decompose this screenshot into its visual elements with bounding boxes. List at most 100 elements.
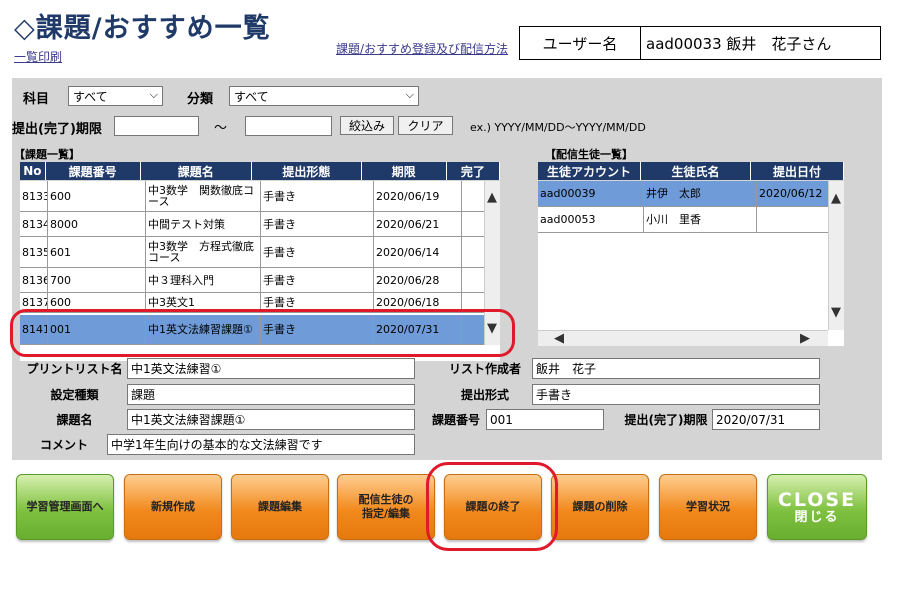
cell-submit-form: 手書き: [261, 181, 374, 212]
col-submit-date: 提出日付: [750, 162, 844, 180]
date-format-hint: ex.) YYYY/MM/DD〜YYYY/MM/DD: [470, 121, 646, 134]
cell-task-number: 600: [48, 181, 146, 212]
student-row[interactable]: aad00053 小川 里香: [538, 207, 837, 233]
col-student-account: 生徒アカウント: [538, 162, 641, 180]
filter-button[interactable]: 絞込み: [340, 116, 394, 135]
list-creator-label: リスト作成者: [448, 362, 521, 376]
method-link[interactable]: 課題/おすすめ登録及び配信方法: [336, 40, 508, 57]
task-name-label: 課題名: [56, 413, 93, 427]
cell-task-number: 600: [48, 293, 146, 313]
deadline-input[interactable]: 2020/07/31: [712, 409, 820, 430]
cell-submit-date: 2020/06/12: [757, 181, 837, 207]
list-creator-input[interactable]: 飯井 花子: [532, 358, 820, 379]
subject-select-value: すべて: [73, 89, 108, 104]
print-list-name-label: プリントリスト名: [26, 362, 123, 376]
cell-deadline: 2020/06/21: [374, 212, 462, 237]
chevron-left-icon[interactable]: ◀: [554, 331, 564, 346]
cell-task-number: 8000: [48, 212, 146, 237]
chevron-down-icon: ⌵: [405, 88, 414, 101]
cell-student-name: 井伊 太郎: [644, 181, 757, 207]
task-name-input[interactable]: 中1英文法練習課題①: [127, 409, 415, 430]
subject-select[interactable]: すべて ⌵: [68, 86, 163, 106]
cell-no: 8135: [20, 237, 48, 268]
cell-submit-form: 手書き: [261, 237, 374, 268]
comment-label: コメント: [39, 438, 88, 452]
subject-label: 科目: [23, 92, 50, 107]
student-row-selected[interactable]: aad00039 井伊 太郎 2020/06/12: [538, 181, 837, 207]
table-row[interactable]: 8136 700 中３理科入門 手書き 2020/06/28: [20, 268, 500, 293]
category-select-value: すべて: [234, 89, 269, 104]
chevron-up-icon[interactable]: ▲: [831, 191, 841, 206]
user-name-label: ユーザー名: [520, 27, 641, 59]
page-title: ◇課題/おすすめ一覧: [14, 13, 271, 44]
range-separator: 〜: [214, 121, 228, 136]
setting-type-label: 設定種類: [50, 388, 99, 402]
chevron-up-icon[interactable]: ▲: [487, 190, 497, 205]
task-number-label: 課題番号: [431, 413, 480, 427]
close-button-label-jp: 閉じる: [794, 510, 840, 525]
col-task-number: 課題番号: [45, 162, 141, 180]
cell-task-number: 001: [48, 315, 146, 345]
cell-task-name: 中3英文1: [146, 293, 261, 313]
print-list-link[interactable]: 一覧印刷: [14, 48, 62, 65]
deadline-label: 提出(完了)期限: [624, 413, 708, 427]
cell-deadline: 2020/06/19: [374, 181, 462, 212]
cell-task-number: 601: [48, 237, 146, 268]
user-info-box: ユーザー名 aad00033 飯井 花子さん: [519, 26, 881, 60]
chevron-down-icon[interactable]: ▼: [831, 305, 841, 320]
deadline-from-input[interactable]: [114, 116, 199, 136]
cell-no: 8134: [20, 212, 48, 237]
table-row[interactable]: 8137 600 中3英文1 手書き 2020/06/18: [20, 293, 500, 313]
cell-deadline: 2020/06/28: [374, 268, 462, 293]
learning-management-button[interactable]: 学習管理画面へ: [16, 474, 114, 540]
col-no: No: [20, 162, 46, 180]
new-create-button[interactable]: 新規作成: [124, 474, 222, 540]
assign-students-line1: 配信生徒の: [358, 493, 414, 506]
assignment-scrollbar[interactable]: ▲ ▼: [484, 181, 500, 345]
cell-task-name: 中1英文法練習課題①: [146, 315, 261, 345]
submit-form-input[interactable]: 手書き: [532, 384, 820, 405]
finish-task-button[interactable]: 課題の終了: [444, 474, 542, 540]
chevron-right-icon[interactable]: ▶: [800, 331, 810, 346]
cell-task-number: 700: [48, 268, 146, 293]
category-label: 分類: [187, 92, 214, 107]
cell-no: 8133: [20, 181, 48, 212]
table-row[interactable]: 8133 600 中3数学 関数徹底コース 手書き 2020/06/19: [20, 181, 500, 212]
student-table-header: 生徒アカウント 生徒氏名 提出日付: [538, 162, 844, 180]
user-name-value: aad00033 飯井 花子さん: [646, 34, 832, 53]
submit-form-label: 提出形式: [460, 388, 509, 402]
cell-task-name: 中３理科入門: [146, 268, 261, 293]
cell-submit-form: 手書き: [261, 315, 374, 345]
student-horizontal-scrollbar[interactable]: ◀ ▶: [538, 330, 828, 346]
student-vertical-scrollbar[interactable]: ▲ ▼: [828, 181, 844, 330]
deadline-to-input[interactable]: [245, 116, 332, 136]
category-select[interactable]: すべて ⌵: [229, 86, 419, 106]
cell-no: 8141: [20, 315, 48, 345]
col-deadline: 期限: [361, 162, 447, 180]
cell-task-name: 中3数学 関数徹底コース: [146, 181, 261, 212]
deadline-filter-label: 提出(完了)期限: [12, 122, 102, 137]
close-button[interactable]: CLOSE 閉じる: [767, 474, 867, 540]
assignment-section-label: 【課題一覧】: [14, 148, 80, 161]
table-row[interactable]: 8135 601 中3数学 方程式徹底コース 手書き 2020/06/14: [20, 237, 500, 268]
task-number-input[interactable]: 001: [486, 409, 604, 430]
comment-input[interactable]: 中学1年生向けの基本的な文法練習です: [107, 434, 415, 455]
print-list-name-input[interactable]: 中1英文法練習①: [127, 358, 415, 379]
assign-students-button[interactable]: 配信生徒の 指定/編集: [337, 474, 435, 540]
col-submit-form: 提出形態: [252, 162, 362, 180]
learning-status-button[interactable]: 学習状況: [659, 474, 757, 540]
cell-deadline: 2020/07/31: [374, 315, 462, 345]
setting-type-input[interactable]: 課題: [127, 384, 415, 405]
student-section-label: 【配信生徒一覧】: [545, 148, 633, 161]
delete-task-button[interactable]: 課題の削除: [551, 474, 649, 540]
table-row-selected[interactable]: 8141 001 中1英文法練習課題① 手書き 2020/07/31: [20, 315, 500, 345]
edit-task-button[interactable]: 課題編集: [231, 474, 329, 540]
assign-students-line2: 指定/編集: [361, 507, 411, 520]
cell-account: aad00039: [538, 181, 644, 207]
cell-student-name: 小川 里香: [644, 207, 757, 233]
chevron-down-icon: ⌵: [149, 88, 158, 101]
table-row[interactable]: 8134 8000 中間テスト対策 手書き 2020/06/21: [20, 212, 500, 237]
clear-button[interactable]: クリア: [398, 116, 453, 135]
col-task-name: 課題名: [140, 162, 253, 180]
chevron-down-icon[interactable]: ▼: [487, 321, 497, 336]
